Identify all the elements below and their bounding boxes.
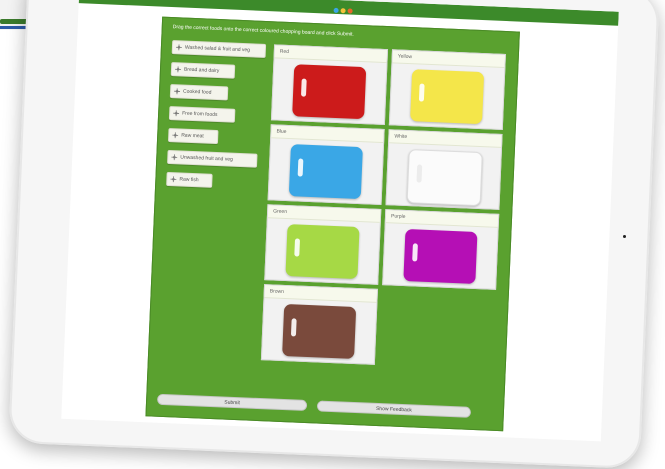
food-item-label: Washed salad & fruit and veg	[184, 44, 251, 54]
food-item-chip[interactable]: Free from foods	[168, 106, 236, 123]
drag-handle-icon	[174, 66, 182, 73]
food-item-label: Raw fish	[179, 176, 199, 184]
food-item-label: Free from foods	[182, 110, 218, 119]
board-handle	[418, 83, 425, 102]
food-item-chip[interactable]: Cooked food	[169, 84, 229, 101]
food-item-chip[interactable]: Bread and dairy	[170, 62, 236, 79]
drag-handle-icon	[173, 110, 180, 117]
drag-handle-icon	[174, 88, 181, 95]
topbar-logo-dots	[333, 7, 353, 14]
food-item-label: Unwashed fruit and veg	[180, 154, 233, 163]
topbar-dot-1	[333, 7, 339, 14]
app-topbar	[78, 0, 619, 26]
board-handle	[297, 158, 304, 177]
board-handle	[290, 318, 297, 337]
topbar-dot-2	[340, 8, 346, 14]
tablet-frame: Drag the correct foods onto the correct …	[8, 0, 660, 469]
drag-handle-icon	[170, 176, 177, 183]
food-item-label: Raw meat	[181, 132, 204, 140]
chopping-board-yellow	[410, 69, 485, 125]
food-item-chip[interactable]: Washed salad & fruit and veg	[171, 40, 267, 58]
board-handle	[416, 164, 423, 183]
board-handle	[294, 238, 301, 257]
food-item-list: Washed salad & fruit and veg Bread and d…	[166, 40, 267, 198]
chopping-board-blue	[288, 144, 363, 200]
drop-zone-red[interactable]: Red	[270, 44, 389, 126]
food-item-chip[interactable]: Unwashed fruit and veg	[167, 149, 258, 168]
chopping-board-grid: Red Yellow Blue White Green Purple Brown	[260, 44, 510, 374]
show-feedback-button[interactable]: Show Feedback	[316, 400, 472, 418]
drag-drop-activity: Drag the correct foods onto the correct …	[145, 16, 520, 432]
submit-button[interactable]: Submit	[156, 393, 308, 412]
drop-zone-blue[interactable]: Blue	[267, 124, 385, 205]
drag-handle-icon	[175, 44, 182, 51]
food-item-chip[interactable]: Raw meat	[167, 127, 219, 145]
food-item-chip[interactable]: Raw fish	[166, 171, 213, 188]
food-item-label: Cooked food	[182, 88, 212, 96]
action-buttons: Submit Show Feedback	[156, 393, 493, 420]
chopping-board-green	[285, 224, 360, 280]
chopping-board-white	[406, 149, 483, 207]
drop-zone-brown[interactable]: Brown	[260, 284, 378, 365]
topbar-dot-3	[347, 8, 353, 14]
tablet-screen: Drag the correct foods onto the correct …	[61, 0, 619, 442]
drop-zone-white[interactable]: White	[385, 129, 503, 210]
board-handle	[300, 78, 307, 97]
drop-zone-purple[interactable]: Purple	[382, 209, 500, 290]
drop-zone-green[interactable]: Green	[264, 204, 382, 285]
drag-handle-icon	[171, 154, 178, 161]
chopping-board-purple	[403, 229, 478, 284]
chopping-board-red	[292, 64, 367, 120]
board-handle	[412, 243, 418, 262]
drop-zone-yellow[interactable]: Yellow	[388, 49, 506, 130]
food-item-label: Bread and dairy	[183, 66, 220, 75]
chopping-board-brown	[282, 303, 357, 359]
drag-handle-icon	[172, 132, 179, 139]
cursor-dot	[623, 235, 626, 238]
